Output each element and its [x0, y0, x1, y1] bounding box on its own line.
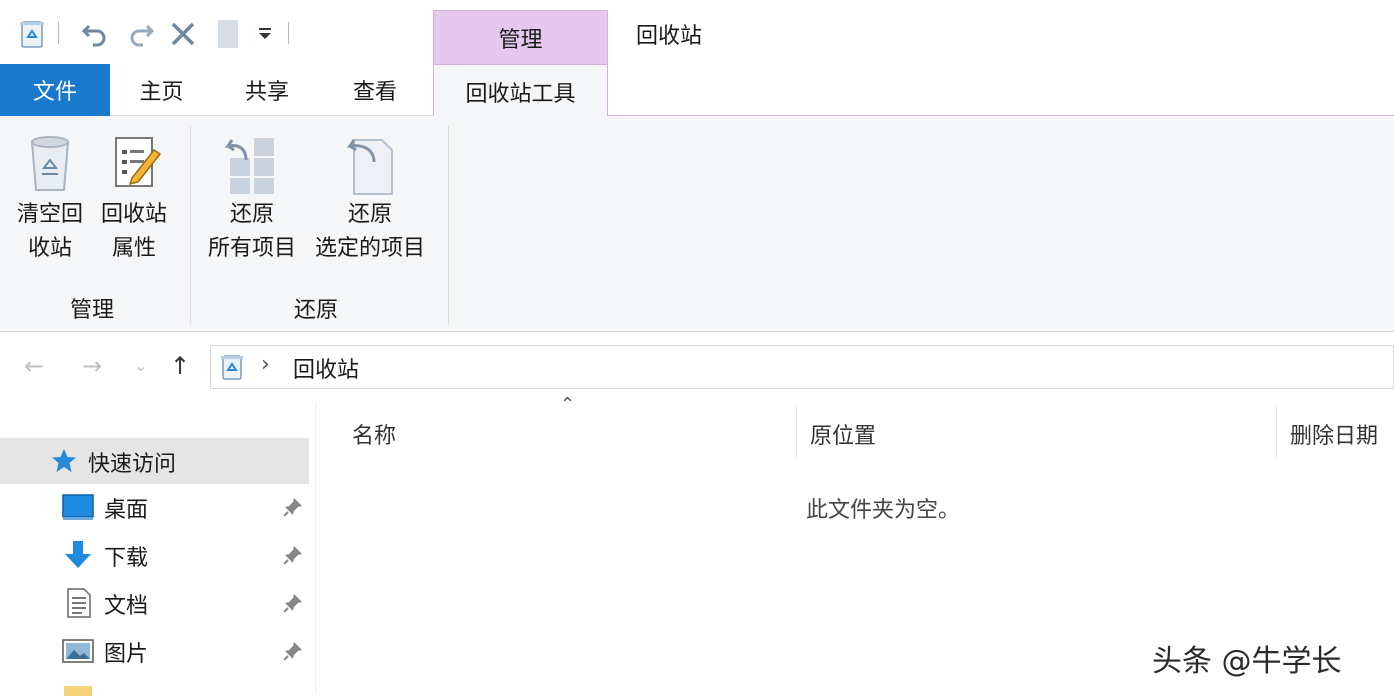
column-divider[interactable]: [1276, 406, 1277, 458]
recent-locations-chevron-icon[interactable]: ⌄: [134, 356, 147, 375]
bin-properties-label-2: 属性: [111, 236, 156, 261]
watermark: 头条 @牛学长: [1152, 644, 1342, 679]
navigation-pane: 快速访问 桌面 下载 文档 图片: [0, 402, 315, 696]
back-arrow-icon[interactable]: ←: [24, 352, 44, 380]
tab-share[interactable]: 共享: [213, 64, 321, 116]
document-icon: [67, 588, 91, 618]
bin-properties-label-1: 回收站: [100, 202, 167, 227]
restore-all-items-button[interactable]: 还原 所有项目: [200, 132, 304, 266]
recycle-bin-properties-button[interactable]: 回收站 属性: [96, 132, 172, 266]
properties-pencil-icon: [115, 137, 162, 187]
empty-bin-label-2: 收站: [27, 236, 72, 261]
window-title: 回收站: [636, 24, 703, 49]
empty-recycle-bin-button[interactable]: 清空回 收站: [12, 132, 88, 266]
column-header-name[interactable]: 名称: [352, 418, 396, 450]
restore-all-icon: [224, 138, 274, 194]
folder-icon: [64, 686, 92, 696]
column-header-original-location[interactable]: 原位置: [810, 418, 876, 450]
sidebar-item-quick-access[interactable]: 快速访问: [0, 438, 309, 484]
sidebar-label-downloads: 下载: [104, 546, 149, 571]
pin-icon[interactable]: [282, 592, 304, 614]
column-divider[interactable]: [796, 406, 797, 458]
ribbon-tabs: 文件 主页 共享 查看 回收站工具: [0, 64, 1394, 118]
sidebar-item-desktop[interactable]: 桌面: [0, 484, 309, 530]
address-path[interactable]: 回收站: [293, 352, 359, 384]
address-separator-icon[interactable]: ›: [261, 352, 270, 377]
recycle-bin-small-icon: [219, 353, 245, 385]
restore-selected-label-2: 选定的项目: [314, 236, 425, 261]
pin-icon[interactable]: [282, 544, 304, 566]
redo-icon[interactable]: [124, 16, 158, 52]
empty-bin-label-1: 清空回: [16, 202, 83, 227]
restore-selected-label-1: 还原: [347, 202, 392, 227]
sidebar-item-downloads[interactable]: 下载: [0, 532, 309, 578]
group-label-manage: 管理: [70, 298, 115, 323]
sort-ascending-icon: ⌃: [560, 394, 576, 415]
sidebar-label-desktop: 桌面: [104, 498, 149, 523]
properties-page-icon[interactable]: [214, 16, 242, 52]
restore-all-label-2: 所有项目: [207, 236, 296, 261]
forward-arrow-icon[interactable]: →: [82, 352, 102, 380]
sidebar-label-pictures: 图片: [104, 642, 149, 667]
up-arrow-icon[interactable]: ↑: [170, 352, 190, 380]
star-icon: [50, 447, 78, 479]
customize-dropdown-icon[interactable]: [252, 16, 278, 52]
restore-selected-icon: [346, 139, 393, 195]
sidebar-item-pictures[interactable]: 图片: [0, 628, 309, 674]
recycle-bin-icon: [30, 136, 70, 191]
tab-home[interactable]: 主页: [110, 64, 213, 116]
tab-view[interactable]: 查看: [321, 64, 429, 116]
undo-icon[interactable]: [78, 16, 112, 52]
sidebar-label-documents: 文档: [104, 594, 149, 619]
navigation-bar: ← → ⌄ ↑ › 回收站: [0, 332, 1394, 402]
pane-divider[interactable]: [315, 402, 316, 694]
quick-access-label: 快速访问: [88, 452, 177, 477]
restore-all-label-1: 还原: [229, 202, 274, 227]
pin-icon[interactable]: [282, 640, 304, 662]
download-icon: [65, 541, 91, 568]
address-bar[interactable]: › 回收站: [210, 345, 1394, 389]
tab-file[interactable]: 文件: [0, 64, 110, 116]
pin-icon[interactable]: [282, 496, 304, 518]
recycle-bin-app-icon: [16, 16, 48, 52]
column-header-date-deleted[interactable]: 删除日期: [1290, 418, 1378, 450]
desktop-icon: [62, 494, 94, 520]
tab-recycle-bin-tools[interactable]: 回收站工具: [433, 64, 608, 118]
ribbon-panel: 清空回 收站 回收站 属性 还原 所有项目 还原 选定的项目 管理 还原: [0, 116, 1394, 332]
context-tab-manage: 管理: [433, 10, 608, 64]
sidebar-item-documents[interactable]: 文档: [0, 580, 309, 626]
group-label-restore: 还原: [294, 298, 339, 323]
delete-x-icon[interactable]: [168, 16, 198, 52]
picture-icon: [62, 639, 94, 663]
restore-selected-items-button[interactable]: 还原 选定的项目: [308, 132, 432, 266]
empty-folder-message: 此文件夹为空。: [806, 498, 961, 523]
